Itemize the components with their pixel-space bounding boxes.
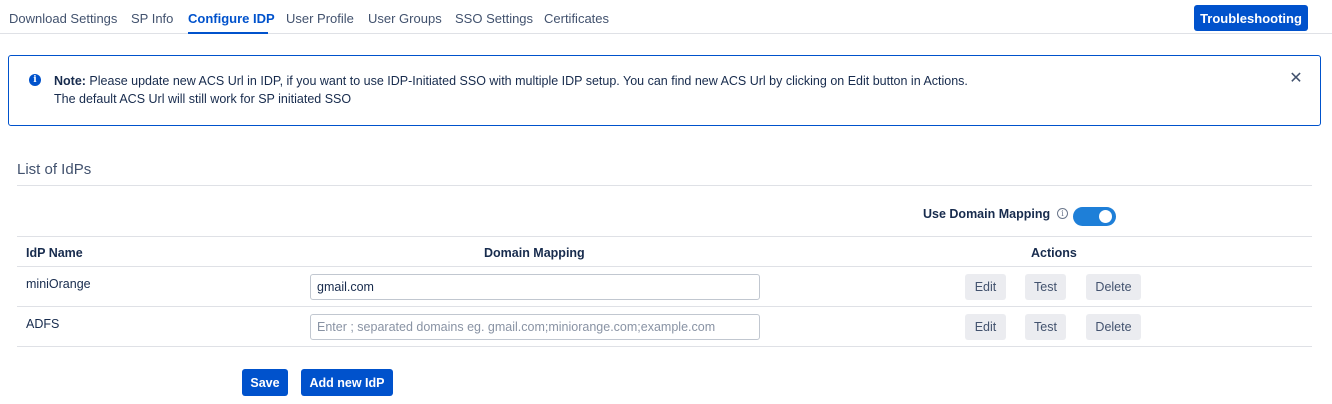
- delete-button[interactable]: Delete: [1086, 274, 1141, 300]
- tab-configure-idp[interactable]: Configure IDP: [188, 11, 275, 26]
- info-notice: i Note: Please update new ACS Url in IDP…: [8, 55, 1321, 126]
- edit-button[interactable]: Edit: [965, 314, 1006, 340]
- edit-button[interactable]: Edit: [965, 274, 1006, 300]
- notice-text: Note: Please update new ACS Url in IDP, …: [54, 74, 968, 88]
- toggle-knob: [1099, 210, 1112, 223]
- test-button[interactable]: Test: [1025, 274, 1066, 300]
- tab-sp-info[interactable]: SP Info: [131, 11, 173, 26]
- domain-mapping-label: Use Domain Mapping: [923, 207, 1051, 221]
- domain-mapping-toggle[interactable]: [1073, 207, 1116, 226]
- info-circle-icon[interactable]: i: [1057, 208, 1068, 219]
- close-icon[interactable]: ✕: [1288, 71, 1304, 87]
- idp-name-cell: ADFS: [26, 317, 60, 331]
- delete-button[interactable]: Delete: [1086, 314, 1141, 340]
- tab-sso-settings[interactable]: SSO Settings: [455, 11, 533, 26]
- table-divider: [17, 306, 1312, 307]
- idp-name-cell: miniOrange: [26, 277, 91, 291]
- add-new-idp-button[interactable]: Add new IdP: [301, 369, 393, 396]
- save-button[interactable]: Save: [242, 369, 288, 396]
- column-header-domain-mapping: Domain Mapping: [484, 246, 585, 260]
- domain-mapping-input[interactable]: [310, 314, 760, 340]
- tab-user-groups[interactable]: User Groups: [368, 11, 442, 26]
- tab-download-settings[interactable]: Download Settings: [9, 11, 117, 26]
- domain-mapping-input[interactable]: [310, 274, 760, 300]
- table-divider: [17, 266, 1312, 267]
- column-header-actions: Actions: [1031, 246, 1077, 260]
- test-button[interactable]: Test: [1025, 314, 1066, 340]
- notice-label: Note:: [54, 74, 86, 88]
- section-title: List of IdPs: [17, 161, 92, 178]
- notice-secondary-text: The default ACS Url will still work for …: [54, 92, 352, 106]
- active-tab-indicator: [188, 32, 268, 34]
- table-divider: [17, 236, 1312, 237]
- tab-certificates[interactable]: Certificates: [544, 11, 609, 26]
- tab-user-profile[interactable]: User Profile: [286, 11, 354, 26]
- column-header-idp-name: IdP Name: [26, 246, 83, 260]
- troubleshooting-button[interactable]: Troubleshooting: [1194, 5, 1308, 31]
- table-divider: [17, 346, 1312, 347]
- info-icon: i: [29, 74, 41, 86]
- tab-bar: Download Settings SP Info Configure IDP …: [0, 0, 1332, 34]
- notice-message: Please update new ACS Url in IDP, if you…: [85, 74, 968, 88]
- divider: [17, 185, 1312, 186]
